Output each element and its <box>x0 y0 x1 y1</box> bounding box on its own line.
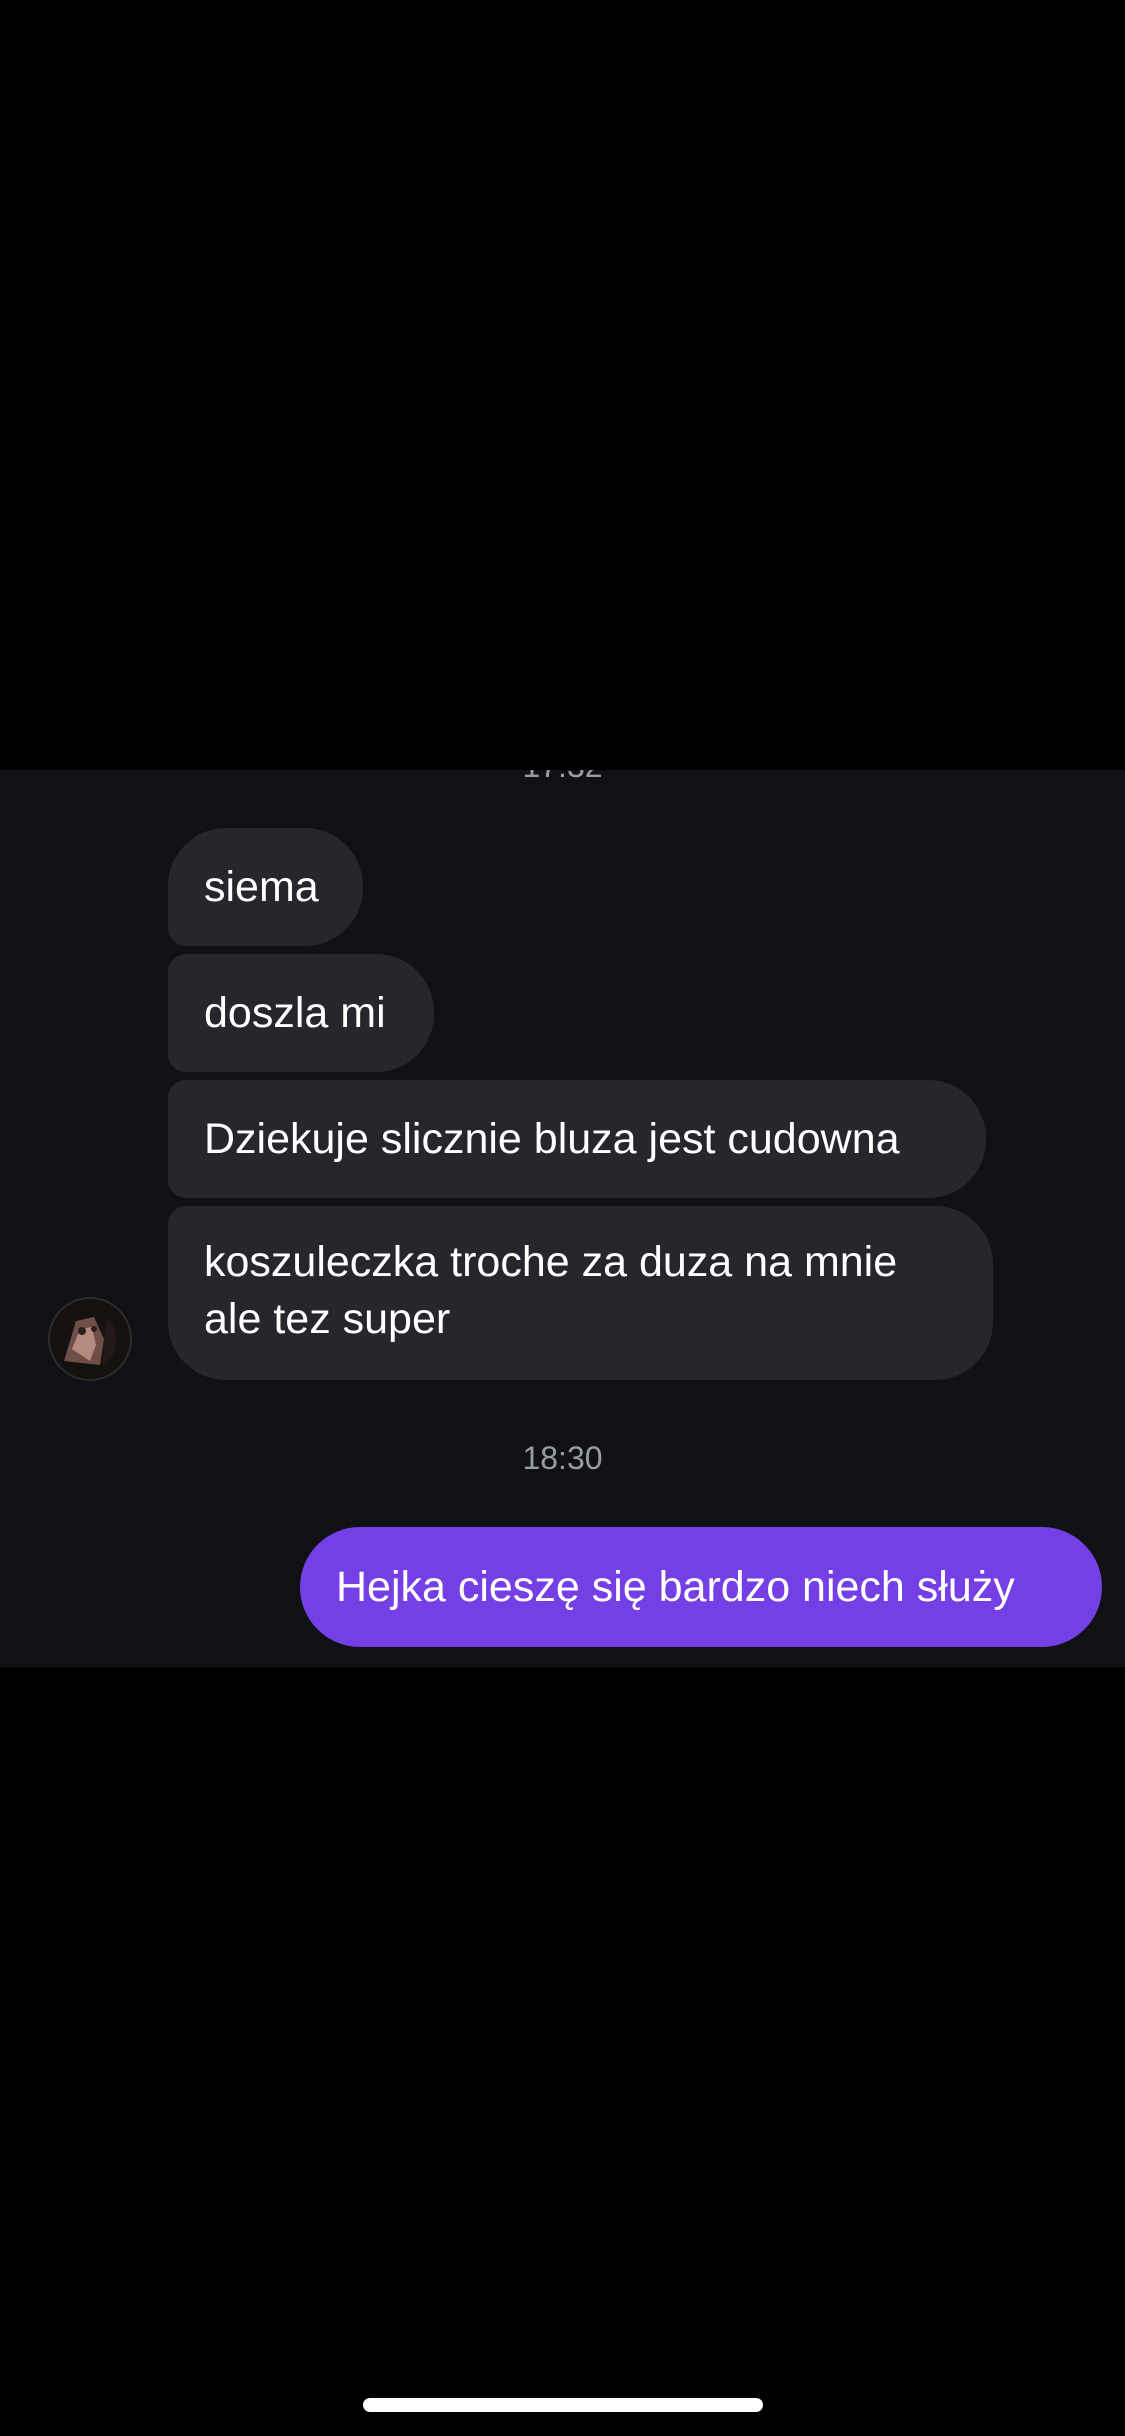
home-indicator[interactable] <box>363 2398 763 2412</box>
received-message-bubble[interactable]: siema <box>168 828 363 946</box>
message-text: Hejka cieszę się bardzo niech służy <box>336 1563 1015 1611</box>
chat-thread[interactable]: 17:32 siema doszla mi Dziekuje slicznie … <box>0 770 1125 1667</box>
received-message-bubble[interactable]: doszla mi <box>168 954 434 1072</box>
message-text: koszuleczka troche za duza na mnie ale t… <box>204 1238 898 1343</box>
message-text: doszla mi <box>204 989 386 1037</box>
message-text: siema <box>204 863 319 911</box>
message-text: Dziekuje slicznie bluza jest cudowna <box>204 1115 900 1163</box>
received-message-bubble[interactable]: Dziekuje slicznie bluza jest cudowna <box>168 1080 986 1198</box>
timestamp-cut-off: 17:32 <box>0 770 1125 785</box>
contact-avatar[interactable] <box>48 1297 132 1381</box>
received-message-bubble[interactable]: koszuleczka troche za duza na mnie ale t… <box>168 1206 993 1380</box>
avatar-photo-icon <box>50 1299 130 1379</box>
timestamp: 18:30 <box>522 1440 603 1476</box>
sent-message-bubble[interactable]: Hejka cieszę się bardzo niech służy <box>300 1527 1102 1647</box>
